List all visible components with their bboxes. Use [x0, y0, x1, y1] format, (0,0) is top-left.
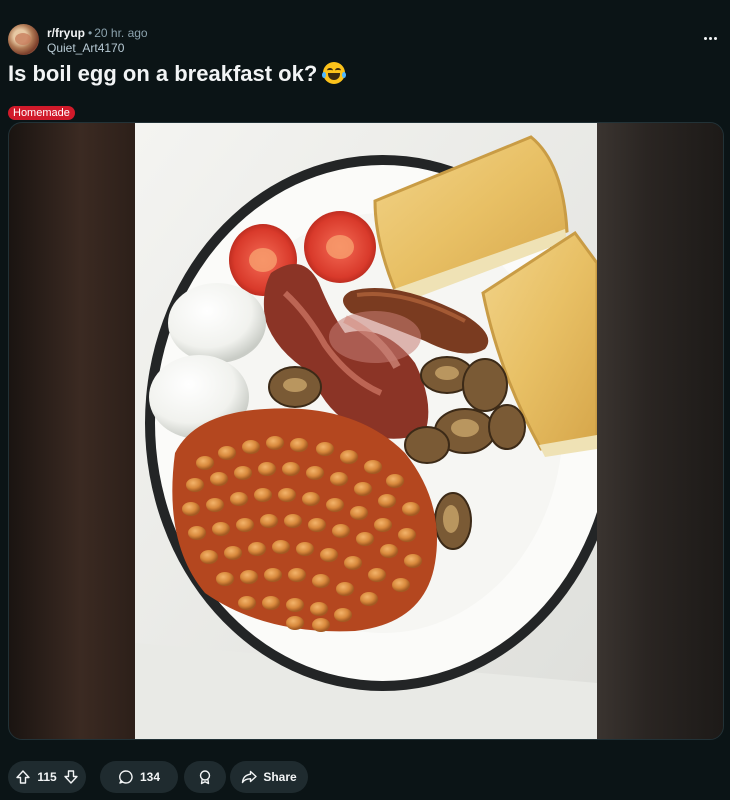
post-flair[interactable]: Homemade [8, 106, 75, 120]
tears-of-joy-emoji-icon [322, 62, 347, 84]
vote-pill: 115 [8, 761, 86, 793]
comments-button[interactable]: 134 [100, 761, 178, 793]
post-title[interactable]: Is boil egg on a breakfast ok? [8, 60, 347, 88]
post-image-container[interactable] [8, 122, 724, 740]
downvote-arrow-icon[interactable] [63, 769, 79, 785]
subreddit-avatar[interactable] [8, 24, 39, 55]
post-header: r/fryup • 20 hr. ago Quiet_Art4170 [8, 22, 722, 58]
image-backdrop-right [597, 123, 723, 739]
award-button[interactable] [184, 761, 226, 793]
author-link[interactable]: Quiet_Art4170 [47, 41, 124, 55]
share-button[interactable]: Share [230, 761, 308, 793]
share-arrow-icon [242, 770, 258, 784]
post-time: 20 hr. ago [94, 26, 148, 40]
award-icon [199, 770, 211, 785]
post-title-text: Is boil egg on a breakfast ok? [8, 61, 318, 86]
speech-bubble-icon [119, 770, 133, 784]
more-options-button[interactable] [698, 26, 722, 50]
more-horizontal-icon [703, 36, 707, 40]
vote-count: 115 [37, 770, 57, 784]
post-meta: r/fryup • 20 hr. ago [47, 26, 148, 40]
breakfast-photo [135, 123, 597, 739]
upvote-arrow-icon[interactable] [15, 769, 31, 785]
subreddit-link[interactable]: r/fryup [47, 26, 85, 40]
share-label: Share [263, 770, 297, 784]
comment-count: 134 [139, 770, 161, 784]
meta-separator: • [88, 26, 93, 40]
